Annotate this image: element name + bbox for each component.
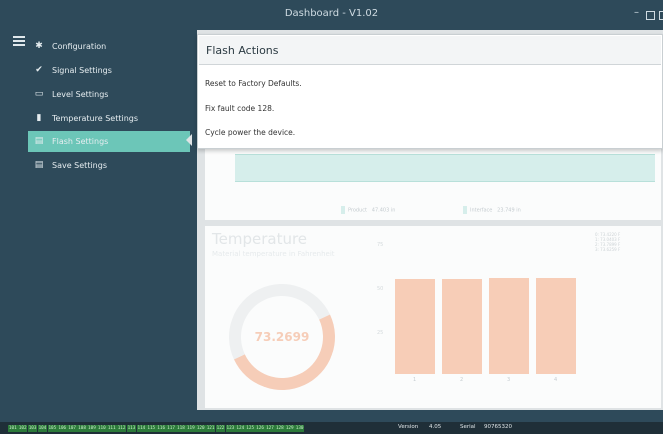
level-bar-band (235, 154, 655, 182)
legend-product: Product 47.403 in (341, 206, 395, 214)
register-indicator: 121 (205, 425, 216, 432)
sidebar-item-signal-settings[interactable]: ✔ Signal Settings (0, 60, 190, 81)
x-tick-label: 2 (460, 377, 464, 383)
save-icon: ▤ (34, 160, 44, 170)
sidebar: ✱ Configuration ✔ Signal Settings ▭ Leve… (0, 30, 200, 410)
sidebar-item-label: Configuration (52, 42, 107, 51)
status-bar: 101 102 103 104 105 106 107 108 109 110 111 112 113 1… (0, 422, 663, 434)
sidebar-item-save-settings[interactable]: ▤ Save Settings (0, 155, 190, 176)
product-value: 47.403 in (371, 207, 396, 214)
register-indicator: 123 (225, 425, 236, 432)
legend-product-label: Product (348, 207, 367, 214)
version-label: Version (398, 424, 419, 430)
sidebar-item-label: Signal Settings (52, 66, 112, 75)
register-indicator: 108 (77, 425, 87, 432)
y-tick-label: 25 (377, 330, 384, 336)
gauge-value: 73.2699 (254, 330, 310, 344)
serial-value: 90765320 (484, 424, 512, 430)
register-indicator: 115 (146, 425, 157, 432)
x-tick-label: 1 (413, 377, 417, 383)
register-indicator: 111 (106, 425, 117, 432)
x-tick-label: 3 (507, 377, 511, 383)
sidebar-item-label: Level Settings (52, 90, 109, 99)
legend-interface-label: Interface (470, 207, 493, 214)
minimize-button[interactable]: – (634, 7, 639, 18)
register-indicator: 119 (186, 425, 196, 432)
sidebar-item-label: Flash Settings (52, 137, 109, 146)
legend-swatch (341, 206, 345, 214)
temperature-bar (489, 278, 529, 374)
temperature-subtitle: Material temperature in Fahrenheit (212, 250, 335, 258)
x-tick-label: 4 (554, 377, 558, 383)
flash-actions-header: Flash Actions (199, 36, 661, 65)
register-indicator: 116 (156, 425, 166, 432)
action-reset-factory-defaults[interactable]: Reset to Factory Defaults. (205, 79, 302, 88)
window-title: Dashboard - V1.02 (284, 8, 379, 19)
temperature-title: Temperature (212, 230, 308, 248)
register-indicator: 101 (8, 425, 18, 432)
sidebar-item-configuration[interactable]: ✱ Configuration (0, 36, 190, 57)
active-item-pointer (186, 134, 192, 146)
temperature-bar (536, 278, 576, 374)
register-indicator: 128 (275, 425, 285, 432)
register-indicators: 101 102 103 104 105 106 107 108 109 110 111 112 113 1… (8, 425, 305, 432)
thermometer-icon: ▮ (36, 113, 42, 123)
temperature-legend: 0: 73.4220 F 1: 73.0403 F 2: 73.7899 F 3… (595, 232, 620, 252)
sidebar-item-temperature-settings[interactable]: ▮ Temperature Settings (0, 108, 190, 129)
gear-icon: ✱ (35, 41, 43, 51)
register-indicator: 106 (57, 425, 68, 432)
register-indicator: 105 (47, 425, 58, 432)
register-indicator: 122 (215, 425, 226, 432)
register-indicator: 104 (37, 425, 48, 432)
y-tick-label: 50 (377, 286, 384, 292)
register-indicator: 110 (97, 425, 107, 432)
temperature-bar (442, 279, 482, 374)
register-indicator: 117 (166, 425, 176, 432)
register-indicator: 129 (284, 425, 295, 432)
sidebar-item-label: Temperature Settings (52, 114, 139, 123)
register-indicator: 103 (27, 425, 38, 432)
legend-interface: Interface 23.749 in (463, 206, 521, 214)
register-indicator: 124 (235, 425, 246, 432)
register-indicator: 118 (176, 425, 186, 432)
flash-actions-title: Flash Actions (206, 44, 279, 57)
register-indicator: 109 (87, 425, 97, 432)
y-tick-label: 75 (377, 242, 384, 248)
sidebar-item-level-settings[interactable]: ▭ Level Settings (0, 84, 190, 105)
action-fix-fault-code[interactable]: Fix fault code 128. (205, 104, 274, 113)
level-icon: ▭ (34, 89, 44, 99)
legend-line: 3: 73.6259 F (595, 247, 621, 252)
register-indicator: 127 (265, 425, 275, 432)
sidebar-item-flash-settings[interactable]: ▤ Flash Settings (28, 131, 190, 152)
temperature-card: Temperature Material temperature in Fahr… (205, 226, 661, 408)
register-indicator: 112 (116, 425, 127, 432)
register-indicator: 120 (195, 425, 206, 432)
close-button[interactable] (659, 11, 663, 20)
title-bar: Dashboard - V1.02 – (0, 0, 663, 30)
flash-actions-panel: Flash Actions Reset to Factory Defaults.… (197, 34, 663, 149)
legend-swatch (463, 206, 467, 214)
register-indicator: 102 (17, 425, 28, 432)
register-indicator: 130 (294, 425, 305, 432)
version-value: 4.05 (429, 424, 442, 430)
register-indicator: 114 (136, 425, 147, 432)
serial-label: Serial (460, 424, 476, 430)
register-indicator: 107 (67, 425, 77, 432)
action-cycle-power[interactable]: Cycle power the device. (205, 128, 295, 137)
temperature-bar (395, 278, 435, 374)
signal-icon: ✔ (35, 65, 43, 75)
flash-memory-icon: ▤ (34, 136, 44, 146)
register-indicator: 125 (245, 425, 255, 432)
register-indicator: 126 (255, 425, 265, 432)
sidebar-item-label: Save Settings (52, 161, 107, 170)
interface-value: 23.749 in (497, 207, 521, 214)
register-indicator: 113 (126, 425, 137, 432)
maximize-button[interactable] (646, 11, 655, 20)
